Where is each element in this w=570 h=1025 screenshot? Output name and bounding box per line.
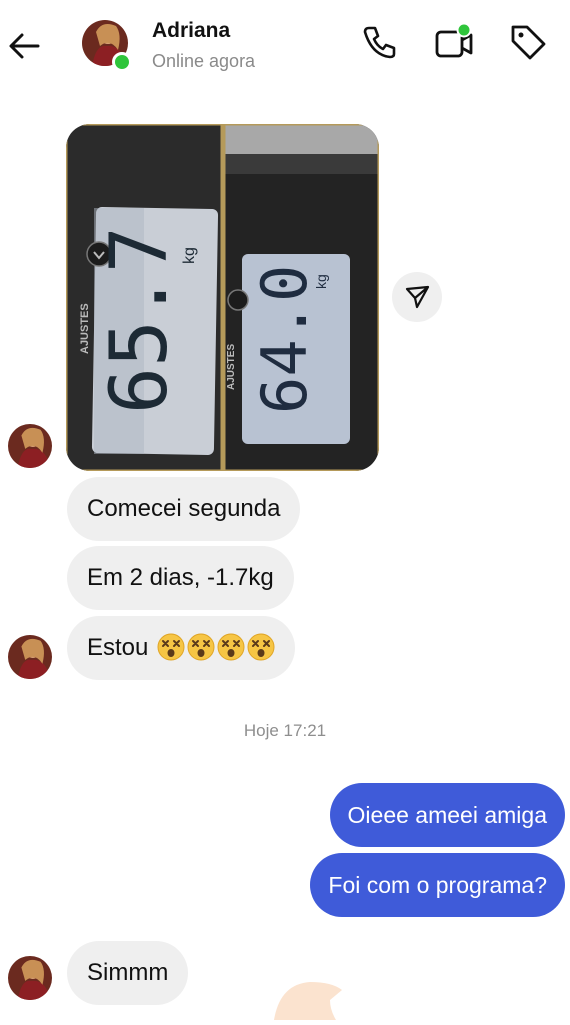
outgoing-message[interactable]: Foi com o programa? (310, 853, 565, 917)
svg-text:65.7: 65.7 (95, 226, 185, 414)
contact-avatar-small[interactable] (8, 424, 52, 468)
message-text: Oieee ameei amiga (347, 802, 547, 828)
back-button[interactable] (6, 28, 42, 64)
svg-text:kg: kg (181, 247, 198, 264)
dizzy-face-emoji (157, 632, 186, 661)
dizzy-face-emoji (187, 632, 216, 661)
tag-icon (511, 25, 546, 60)
image-message[interactable]: AJUSTES 65.7 kg AJUSTES 64.0 kg (66, 124, 379, 471)
tag-button[interactable] (508, 22, 548, 62)
voice-call-button[interactable] (360, 22, 400, 62)
message-text: Em 2 dias, -1.7kg (87, 564, 274, 591)
video-call-icon (435, 22, 473, 58)
online-status-dot (112, 52, 132, 72)
svg-text:AJUSTES: AJUSTES (226, 344, 237, 390)
incoming-message[interactable]: Comecei segunda (67, 477, 301, 541)
scale-photo-2: AJUSTES 64.0 kg (222, 124, 379, 471)
dizzy-face-emoji (247, 632, 276, 661)
share-button[interactable] (392, 272, 442, 322)
outgoing-message[interactable]: Oieee ameei amiga (329, 783, 565, 847)
back-arrow-icon (9, 33, 40, 59)
scale-photo-1: AJUSTES 65.7 kg (66, 124, 224, 471)
contact-status: Online agora (152, 51, 256, 71)
video-call-button[interactable] (434, 22, 474, 62)
chat-header: Adriana Online agora (0, 0, 570, 100)
incoming-message[interactable]: Em 2 dias, -1.7kg (67, 546, 294, 610)
message-text: Comecei segunda (87, 495, 281, 522)
message-text: Foi com o programa? (328, 872, 547, 898)
svg-text:kg: kg (313, 274, 329, 289)
message-text: Simmm (87, 959, 169, 986)
contact-name[interactable]: Adriana (152, 19, 230, 43)
dizzy-face-emoji (217, 632, 246, 661)
phone-icon (363, 26, 396, 59)
message-timestamp: Hoje 17:21 (243, 721, 327, 740)
incoming-message[interactable]: Simmm (67, 941, 189, 1005)
svg-text:AJUSTES: AJUSTES (79, 303, 91, 354)
message-text: Estou (87, 634, 149, 661)
contact-avatar-small[interactable] (8, 956, 52, 1000)
send-arrow-icon (405, 285, 430, 309)
svg-text:64.0: 64.0 (248, 265, 321, 414)
sticker-peek (270, 980, 346, 1020)
contact-avatar-small[interactable] (8, 635, 52, 679)
incoming-message[interactable]: Estou (67, 616, 296, 680)
